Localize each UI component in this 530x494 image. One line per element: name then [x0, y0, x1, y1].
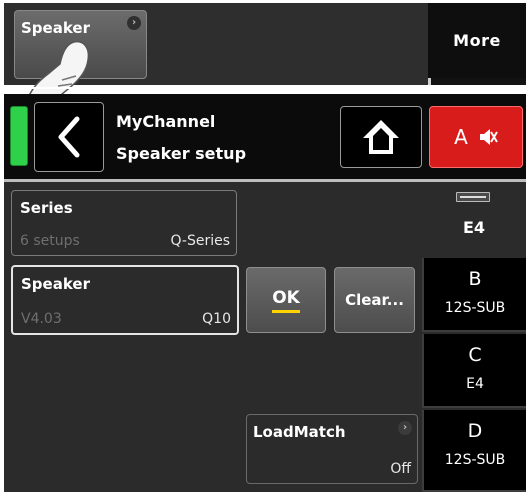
ok-button[interactable]: OK [246, 267, 326, 333]
speaker-label: Speaker [21, 275, 90, 293]
page-subtitle: Speaker setup [116, 144, 247, 163]
current-channel: E4 [422, 182, 526, 258]
channel-model: 12S-SUB [444, 300, 506, 316]
speaker-field[interactable]: Speaker V4.03 Q10 [11, 265, 239, 335]
more-panel: More [428, 3, 526, 85]
channel-selector: E4 B 12S-SUB C E4 D 12S-SUB [422, 182, 526, 492]
content-area: Series 6 setups Q-Series Speaker V4.03 Q… [4, 179, 526, 492]
home-icon [363, 120, 399, 154]
loadmatch-value: Off [390, 461, 411, 477]
status-led [10, 106, 28, 166]
page-title: MyChannel [116, 112, 216, 131]
speaker-setup-screen: MyChannel Speaker setup A Series 6 setup… [4, 94, 526, 492]
mute-channel-label: A [454, 125, 468, 149]
ok-button-label: OK [272, 288, 300, 313]
loadmatch-field[interactable]: LoadMatch › Off [246, 414, 418, 484]
back-button[interactable] [34, 102, 104, 172]
series-label: Series [20, 199, 73, 217]
current-channel-model: E4 [462, 218, 486, 237]
speaker-mute-icon [479, 129, 498, 145]
level-meter-icon [456, 192, 490, 202]
series-field[interactable]: Series 6 setups Q-Series [11, 190, 237, 256]
channel-letter: B [468, 268, 482, 290]
home-button[interactable] [340, 106, 422, 168]
speaker-value: Q10 [202, 311, 231, 327]
channel-letter: C [468, 344, 482, 366]
chevron-right-icon: › [398, 421, 412, 435]
channel-letter: D [467, 420, 483, 442]
channel-tab-b[interactable]: B 12S-SUB [422, 258, 526, 332]
chevron-left-icon [58, 116, 80, 158]
header-bar: MyChannel Speaker setup A [4, 94, 526, 179]
divider [4, 87, 526, 89]
mute-button[interactable]: A [429, 106, 523, 168]
speaker-version: V4.03 [21, 311, 62, 327]
channel-tab-c[interactable]: C E4 [422, 334, 526, 408]
loadmatch-label: LoadMatch [253, 423, 346, 441]
channel-tab-d[interactable]: D 12S-SUB [422, 410, 526, 492]
more-button[interactable]: More [428, 3, 526, 78]
channel-model: 12S-SUB [444, 452, 506, 468]
clear-button[interactable]: Clear... [334, 267, 415, 333]
channel-model: E4 [466, 376, 484, 392]
chevron-right-icon: › [127, 16, 141, 30]
series-value: Q-Series [170, 233, 230, 249]
series-count: 6 setups [20, 233, 80, 249]
